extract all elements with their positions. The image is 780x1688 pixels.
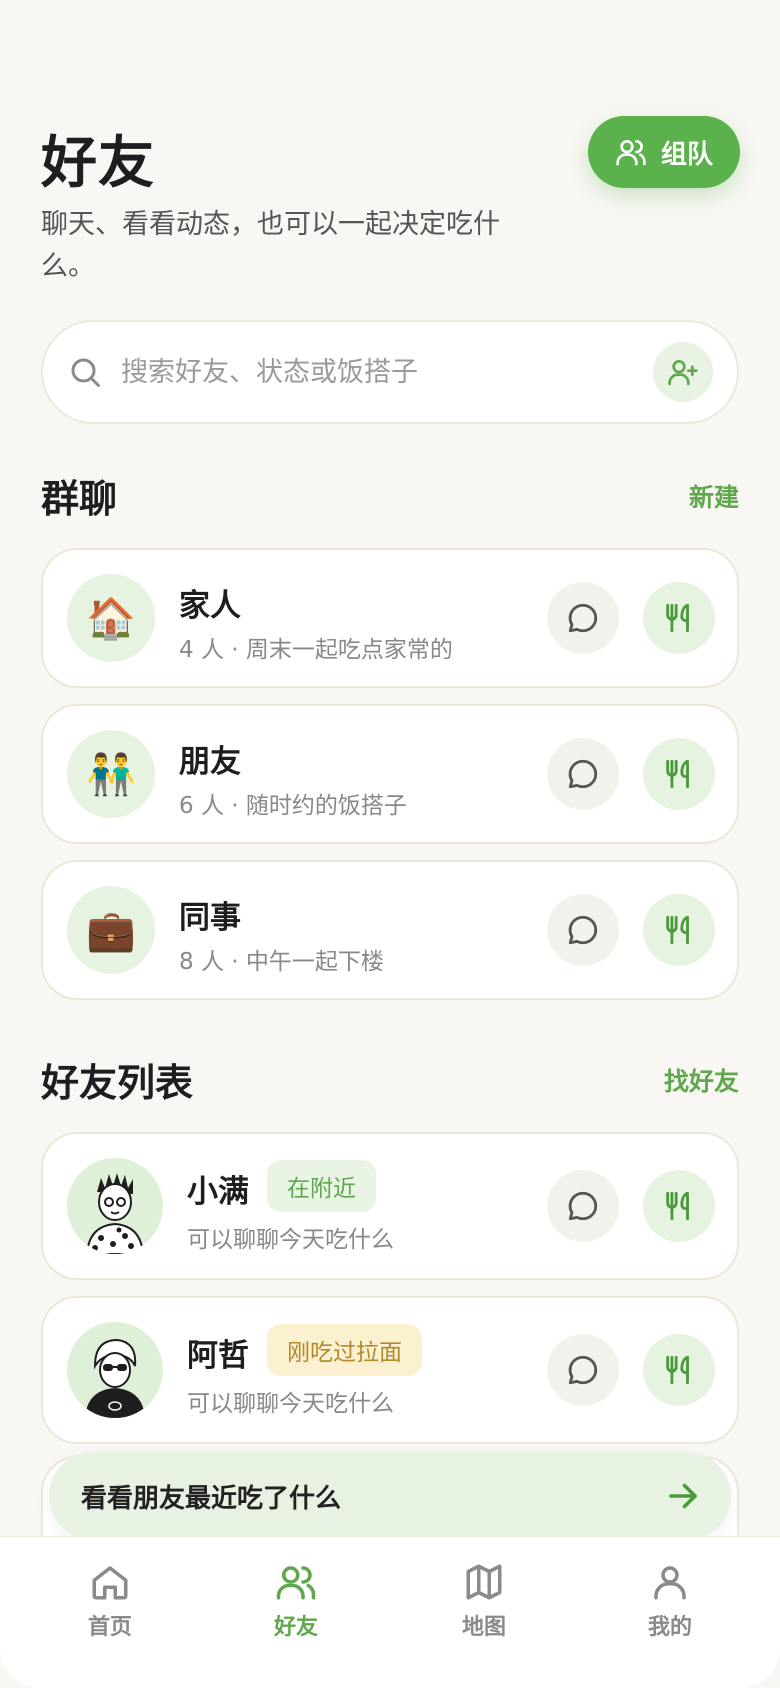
banner-text: 看看朋友最近吃了什么 [81,1483,342,1514]
groups-section-title: 群聊 [41,477,118,521]
group-description: 8 人 · 中午一起下楼 [179,949,384,975]
people-icon [616,140,646,166]
bottom-nav: 首页 好友 地图 我的 [0,1536,780,1688]
nav-label: 好友 [273,1615,318,1640]
arrow-right-icon [669,1483,697,1509]
nav-label: 首页 [87,1615,132,1640]
avatar-illustration-icon [67,1322,163,1418]
group-avatar: 💼 [67,886,155,974]
friend-card[interactable]: 阿哲 刚吃过拉面 可以聊聊今天吃什么 [41,1296,739,1444]
chat-button[interactable] [547,894,619,966]
friends-feed-banner[interactable]: 看看朋友最近吃了什么 [49,1452,731,1540]
group-avatar: 👬 [67,730,155,818]
team-up-label: 组队 [660,139,713,170]
status-badge: 刚吃过拉面 [267,1324,422,1376]
friend-avatar [67,1158,163,1254]
friends-section-title: 好友列表 [41,1061,194,1105]
utensils-icon [666,915,689,945]
search-icon [71,358,100,387]
group-description: 6 人 · 随时约的饭搭子 [179,793,407,819]
map-icon [466,1564,502,1600]
group-name: 朋友 [179,744,241,780]
friend-name: 阿哲 [187,1338,249,1374]
chat-bubble-icon [568,915,598,945]
chat-button[interactable] [547,1334,619,1406]
eat-together-button[interactable] [643,1170,715,1242]
chat-button[interactable] [547,1170,619,1242]
page-subtitle: 聊天、看看动态，也可以一起决定吃什么。 [41,209,500,282]
utensils-icon [666,1191,689,1221]
chat-bubble-icon [568,1355,598,1385]
friend-avatar [67,1322,163,1418]
new-group-link[interactable]: 新建 [689,478,739,514]
nav-item-friends[interactable]: 好友 [236,1561,356,1641]
add-user-icon [668,360,698,386]
friend-status-text: 可以聊聊今天吃什么 [187,1227,394,1253]
friend-status-text: 可以聊聊今天吃什么 [187,1391,394,1417]
chat-button[interactable] [547,738,619,810]
nav-item-home[interactable]: 首页 [50,1561,170,1641]
group-card[interactable]: 👬 朋友 6 人 · 随时约的饭搭子 [41,704,739,844]
friend-card[interactable]: 小满 在附近 可以聊聊今天吃什么 [41,1132,739,1280]
group-name: 同事 [179,900,241,936]
eat-together-button[interactable] [643,582,715,654]
friends-page: 好友 聊天、看看动态，也可以一起决定吃什么。 组队 群聊 新建 🏠 家人 4 人… [0,0,780,1688]
group-card[interactable]: 🏠 家人 4 人 · 周末一起吃点家常的 [41,548,739,688]
utensils-icon [666,603,689,633]
search-input[interactable] [121,356,641,388]
team-up-button[interactable]: 组队 [588,116,740,188]
status-badge: 在附近 [267,1160,376,1212]
profile-icon [654,1566,686,1600]
group-card[interactable]: 💼 同事 8 人 · 中午一起下楼 [41,860,739,1000]
chat-bubble-icon [568,1191,598,1221]
eat-together-button[interactable] [643,738,715,810]
find-friends-link[interactable]: 找好友 [664,1062,739,1098]
page-title: 好友 [41,131,155,196]
home-icon [92,1566,128,1600]
eat-together-button[interactable] [643,1334,715,1406]
add-friend-button[interactable] [653,342,713,402]
search-bar [41,320,739,424]
nav-label: 我的 [647,1615,692,1640]
utensils-icon [666,1355,689,1385]
nav-item-map[interactable]: 地图 [424,1561,544,1641]
avatar-illustration-icon [67,1158,163,1254]
utensils-icon [666,759,689,789]
friends-icon [276,1566,316,1600]
group-avatar: 🏠 [67,574,155,662]
friend-name: 小满 [187,1174,249,1210]
chat-bubble-icon [568,603,598,633]
eat-together-button[interactable] [643,894,715,966]
chat-button[interactable] [547,582,619,654]
group-name: 家人 [179,588,241,624]
nav-item-profile[interactable]: 我的 [610,1561,730,1641]
chat-bubble-icon [568,759,598,789]
group-description: 4 人 · 周末一起吃点家常的 [179,637,453,663]
nav-label: 地图 [461,1615,506,1640]
